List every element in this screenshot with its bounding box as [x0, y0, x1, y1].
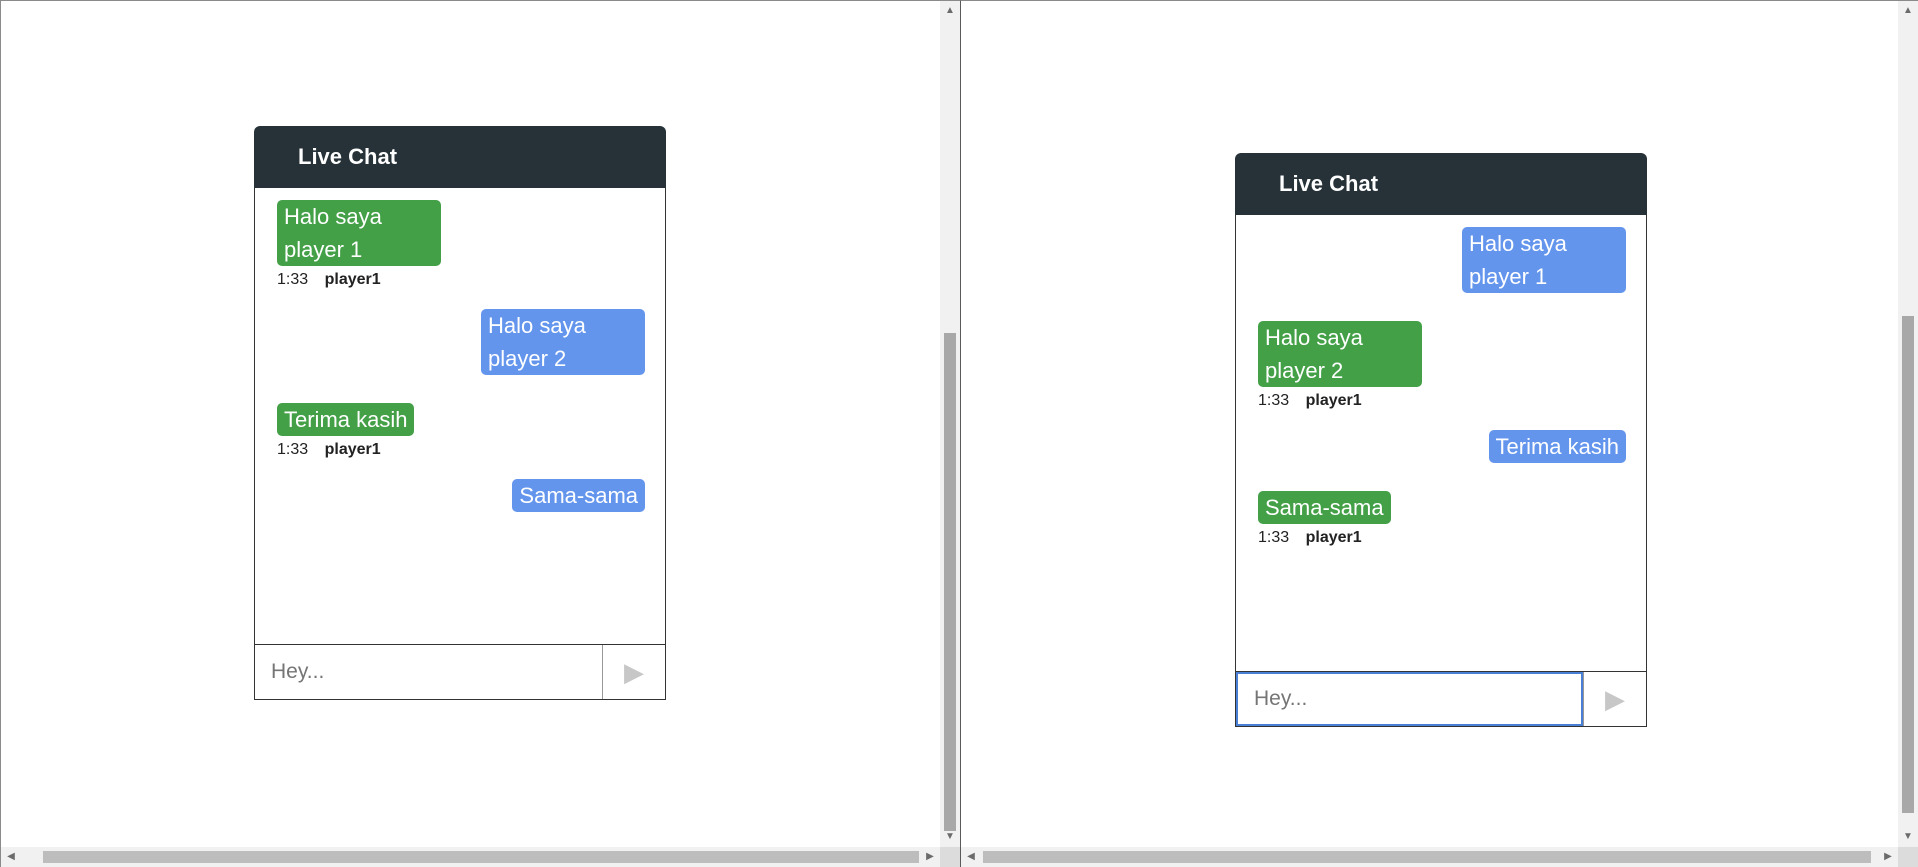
scroll-up-icon[interactable]: ▲: [1898, 3, 1918, 19]
right-browser-pane: Live Chat Halo saya player 1 Halo saya p…: [960, 0, 1918, 867]
scroll-up-icon[interactable]: ▲: [940, 3, 960, 19]
left-browser-pane: Live Chat Halo saya player 1 1:33 player…: [0, 0, 960, 867]
chat-message-input[interactable]: [1236, 672, 1583, 726]
vertical-scrollbar[interactable]: ▲ ▼: [1898, 1, 1918, 847]
horizontal-scrollbar[interactable]: ◀ ▶: [961, 847, 1898, 867]
send-button[interactable]: ▶: [602, 645, 665, 699]
message-bubble: Halo saya player 1: [277, 200, 441, 266]
chat-input-row: ▶: [254, 644, 666, 700]
message-sender: player1: [1305, 529, 1362, 546]
message-time: 1:33: [1258, 529, 1290, 546]
message-bubble: Terima kasih: [277, 403, 415, 436]
message-meta: 1:33 player1: [277, 271, 381, 289]
chat-message: Terima kasih: [1258, 430, 1626, 463]
scrollbar-thumb[interactable]: [983, 851, 1871, 863]
chat-message: Terima kasih 1:33 player1: [277, 403, 645, 459]
scroll-corner: [940, 847, 960, 867]
message-time: 1:33: [1258, 392, 1290, 409]
message-sender: player1: [1305, 392, 1362, 409]
chat-header: Live Chat: [254, 126, 666, 188]
send-icon: ▶: [624, 656, 644, 687]
chat-messages: Halo saya player 1 Halo saya player 2 1:…: [1235, 215, 1647, 671]
chat-message: Sama-sama: [277, 479, 645, 512]
message-bubble: Halo saya player 1: [1462, 227, 1626, 293]
chat-message: Halo saya player 1 1:33 player1: [277, 200, 645, 289]
vertical-scrollbar[interactable]: ▲ ▼: [940, 1, 960, 847]
scroll-right-icon[interactable]: ▶: [920, 847, 940, 867]
message-bubble: Halo saya player 2: [1258, 321, 1422, 387]
message-meta: 1:33 player1: [1258, 392, 1362, 410]
horizontal-scrollbar[interactable]: ◀ ▶: [1, 847, 940, 867]
chat-message: Halo saya player 2: [277, 309, 645, 375]
scrollbar-thumb[interactable]: [43, 851, 919, 863]
message-time: 1:33: [277, 441, 309, 458]
chat-messages: Halo saya player 1 1:33 player1 Halo say…: [254, 188, 666, 644]
scrollbar-thumb[interactable]: [1902, 316, 1914, 813]
chat-message-input[interactable]: [255, 645, 602, 699]
scroll-left-icon[interactable]: ◀: [1, 847, 21, 867]
message-bubble: Sama-sama: [1258, 491, 1391, 524]
message-meta: 1:33 player1: [1258, 529, 1362, 547]
chat-message: Sama-sama 1:33 player1: [1258, 491, 1626, 547]
scroll-down-icon[interactable]: ▼: [940, 829, 960, 845]
chat-input-row: ▶: [1235, 671, 1647, 727]
scroll-down-icon[interactable]: ▼: [1898, 829, 1918, 845]
chat-message: Halo saya player 1: [1258, 227, 1626, 293]
message-meta: 1:33 player1: [277, 441, 381, 459]
message-bubble: Terima kasih: [1488, 430, 1626, 463]
scroll-left-icon[interactable]: ◀: [961, 847, 981, 867]
chat-header: Live Chat: [1235, 153, 1647, 215]
scroll-right-icon[interactable]: ▶: [1878, 847, 1898, 867]
message-bubble: Sama-sama: [512, 479, 645, 512]
message-sender: player1: [324, 271, 381, 288]
send-button[interactable]: ▶: [1583, 672, 1646, 726]
send-icon: ▶: [1605, 683, 1625, 714]
message-bubble: Halo saya player 2: [481, 309, 645, 375]
message-time: 1:33: [277, 271, 309, 288]
live-chat-widget: Live Chat Halo saya player 1 Halo saya p…: [1235, 153, 1647, 727]
live-chat-widget: Live Chat Halo saya player 1 1:33 player…: [254, 126, 666, 700]
scrollbar-thumb[interactable]: [944, 333, 956, 831]
chat-message: Halo saya player 2 1:33 player1: [1258, 321, 1626, 410]
message-sender: player1: [324, 441, 381, 458]
scroll-corner: [1898, 847, 1918, 867]
